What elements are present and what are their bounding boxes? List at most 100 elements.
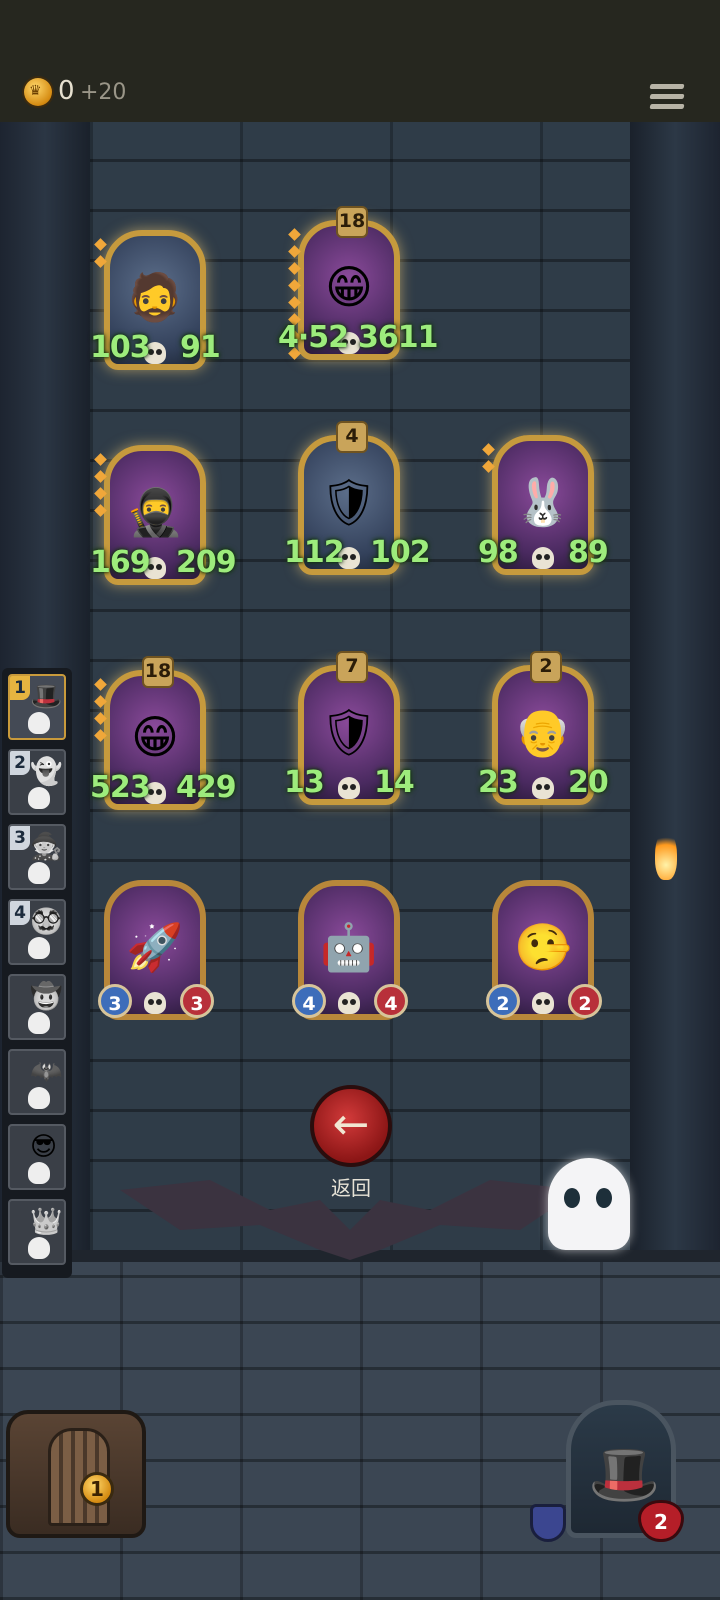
opponent-face: 😎 xyxy=(30,1132,58,1162)
opponent-face: 🎩 xyxy=(30,682,63,712)
unit-card[interactable]: 🧔 103 91 xyxy=(90,230,221,380)
card-portrait: 🛡 xyxy=(319,474,379,529)
gold-count: 0 xyxy=(58,76,75,106)
skull-icon xyxy=(28,787,50,809)
card-attack: 2 xyxy=(486,984,520,1018)
unit-card[interactable]: 🥷 169 209 xyxy=(90,445,237,595)
opponent-rank: 1 xyxy=(10,676,30,700)
card-health: 91 xyxy=(180,330,221,365)
card-portrait: 🧔 xyxy=(126,269,184,324)
ghost-mascot[interactable] xyxy=(548,1158,630,1250)
gem-icon xyxy=(94,678,107,691)
opponent-rank: 3 xyxy=(10,826,30,850)
card-health: 3611 xyxy=(358,320,438,355)
skull-icon xyxy=(28,1012,50,1034)
skull-icon xyxy=(28,862,50,884)
card-gems xyxy=(94,453,107,523)
card-health: 209 xyxy=(176,545,237,580)
card-level-badge: 7 xyxy=(336,651,368,683)
gold-bonus: +20 xyxy=(80,80,127,105)
skull-icon xyxy=(28,712,50,734)
gem-icon xyxy=(482,460,495,473)
card-gems xyxy=(94,238,107,274)
gem-icon xyxy=(94,712,107,725)
card-portrait: 🚀 xyxy=(126,919,184,974)
card-level-badge: 4 xyxy=(336,421,368,453)
card-attack: 112 xyxy=(284,535,345,570)
card-level-badge: 2 xyxy=(530,651,562,683)
opponent-slot[interactable]: 🥸 4 xyxy=(8,899,66,965)
unit-card[interactable]: 👴 2 23 20 xyxy=(478,651,609,815)
card-portrait: 🛡 xyxy=(319,704,379,759)
unit-card[interactable]: 🤥 2 2 xyxy=(484,880,602,1030)
hamburger-menu-icon[interactable] xyxy=(649,84,685,116)
card-attack: 169 xyxy=(90,545,151,580)
opponent-slot[interactable]: 🤠 xyxy=(8,974,66,1040)
opponent-slot[interactable]: 👻 2 xyxy=(8,749,66,815)
card-attack: 4 xyxy=(292,984,326,1018)
card-health: 102 xyxy=(370,535,431,570)
skull-icon xyxy=(28,937,50,959)
top-bar: ♛ 0 +20 xyxy=(0,0,720,124)
gem-icon xyxy=(94,255,107,268)
opponent-face: 👑 xyxy=(30,1207,63,1237)
gem-icon xyxy=(288,262,301,275)
unit-card[interactable]: 🛡 7 13 14 xyxy=(284,651,415,815)
skull-icon xyxy=(338,777,360,799)
skull-icon xyxy=(532,777,554,799)
opponent-slot[interactable]: 🦇 xyxy=(8,1049,66,1115)
card-attack: 4·52 xyxy=(278,320,349,355)
skull-icon xyxy=(28,1162,50,1184)
opponent-slot[interactable]: 👑 xyxy=(8,1199,66,1265)
torch-flame-icon xyxy=(655,830,677,880)
gem-icon xyxy=(482,443,495,456)
unit-card[interactable]: 😁 18 4·52 3611 xyxy=(278,206,438,370)
card-portrait: 😁 xyxy=(325,260,373,314)
opponent-face: 👻 xyxy=(30,757,63,787)
back-label: 返回 xyxy=(331,1176,371,1200)
card-attack: 13 xyxy=(284,765,325,800)
gem-icon xyxy=(94,695,107,708)
gem-icon xyxy=(288,228,301,241)
skull-icon xyxy=(532,547,554,569)
unit-card[interactable]: 🐰 98 89 xyxy=(478,435,609,585)
back-button[interactable]: ← xyxy=(310,1085,392,1167)
card-health: 2 xyxy=(568,984,602,1018)
card-portrait: 👴 xyxy=(514,704,572,759)
card-attack: 98 xyxy=(478,535,519,570)
card-gems xyxy=(482,443,495,479)
card-level-badge: 18 xyxy=(142,656,174,688)
unit-card[interactable]: 🚀 3 3 xyxy=(96,880,214,1030)
unit-card[interactable]: 🛡 4 112 102 xyxy=(284,421,431,585)
card-health: 89 xyxy=(568,535,609,570)
card-attack: 523 xyxy=(90,770,151,805)
gem-icon xyxy=(94,487,107,500)
opponent-face: 🤠 xyxy=(30,982,63,1012)
skull-icon xyxy=(144,992,166,1014)
gem-icon xyxy=(94,453,107,466)
card-portrait: 😁 xyxy=(131,710,179,764)
unit-card[interactable]: 😁 18 523 429 xyxy=(90,656,237,820)
card-gems xyxy=(94,678,107,748)
right-pillar xyxy=(630,122,720,1262)
opponent-face: 🥸 xyxy=(30,907,63,937)
opponent-slot[interactable]: 🎩 1 xyxy=(8,674,66,740)
chest-gate[interactable] xyxy=(6,1410,146,1538)
opponent-slot[interactable]: 😎 xyxy=(8,1124,66,1190)
gem-icon xyxy=(94,470,107,483)
opponent-face: 🧙 xyxy=(30,832,63,862)
shield-icon xyxy=(530,1504,566,1542)
skull-icon xyxy=(338,992,360,1014)
opponent-rank: 2 xyxy=(10,751,30,775)
skull-icon xyxy=(28,1087,50,1109)
unit-card[interactable]: 🤖 4 4 xyxy=(290,880,408,1030)
opponent-slot[interactable]: 🧙 3 xyxy=(8,824,66,890)
card-portrait: 🤥 xyxy=(514,919,572,974)
player-portrait: 🎩 xyxy=(588,1440,661,1508)
gem-icon xyxy=(288,279,301,292)
card-attack: 103 xyxy=(90,330,151,365)
card-health: 3 xyxy=(180,984,214,1018)
gem-icon xyxy=(288,245,301,258)
card-health: 20 xyxy=(568,765,609,800)
opponent-face: 🦇 xyxy=(30,1057,63,1087)
